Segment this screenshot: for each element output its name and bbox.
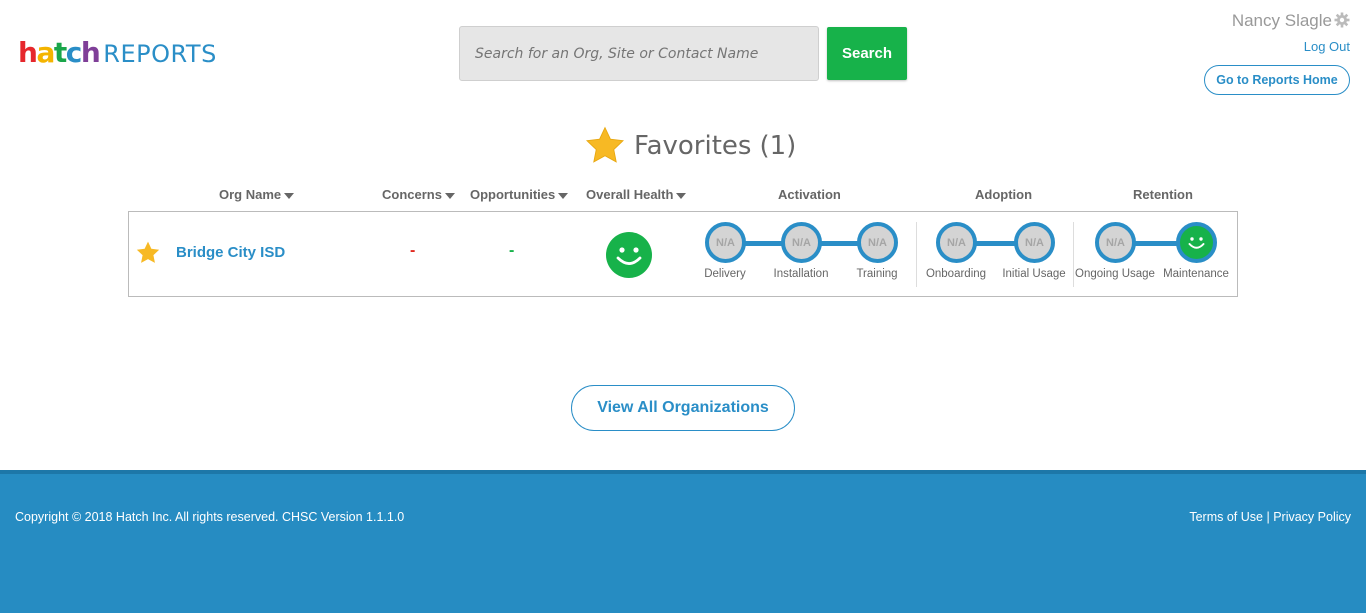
footer: Copyright © 2018 Hatch Inc. All rights r… [0,470,1366,613]
logout-link[interactable]: Log Out [1304,39,1350,54]
search-button[interactable]: Search [827,27,907,80]
org-name-link[interactable]: Bridge City ISD [176,244,285,261]
stage-ongoing-usage-status[interactable]: N/A [1095,222,1136,263]
column-header-overall-health[interactable]: Overall Health [586,187,687,202]
footer-separator: | [1266,510,1270,524]
logo-letter: t [53,36,67,69]
favorites-heading: Favorites (1) [584,125,796,167]
favorites-count: (1) [759,131,797,161]
user-name[interactable]: Nancy Slagle [1232,11,1332,31]
stage-label: Initial Usage [1002,268,1066,280]
stage-delivery-status[interactable]: N/A [705,222,746,263]
column-header-adoption: Adoption [975,187,1033,202]
favorite-star-icon [585,126,625,163]
column-header-org-name[interactable]: Org Name [219,187,295,202]
settings-gear-icon[interactable] [1334,12,1350,28]
hatch-reports-logo[interactable]: h a t c h REPORTS [18,36,217,69]
view-all-organizations-button[interactable]: View All Organizations [571,385,795,431]
stage-label: Training [856,268,898,280]
stage-label: Ongoing Usage [1075,268,1155,280]
favorite-star-icon[interactable] [135,240,161,266]
opportunities-value: - [509,242,515,259]
sort-caret-icon [558,192,569,199]
column-header-opportunities[interactable]: Opportunities [470,187,569,202]
search-input[interactable] [459,26,819,81]
concerns-value: - [410,242,416,259]
stage-label: Onboarding [925,268,987,280]
logo-letter: a [36,36,55,69]
sort-caret-icon [676,192,687,199]
column-header-activation: Activation [778,187,841,202]
favorites-title: Favorites [634,131,752,161]
go-to-reports-home-button[interactable]: Go to Reports Home [1204,65,1350,95]
logo-letter: h [80,36,101,69]
stage-training-status[interactable]: N/A [857,222,898,263]
logo-reports-text: REPORTS [103,40,217,68]
stage-maintenance-status[interactable] [1176,222,1217,263]
logo-letter: c [65,36,83,69]
sort-caret-icon [284,192,295,199]
smiley-face-icon [606,232,652,278]
stage-initial-usage-status[interactable]: N/A [1014,222,1055,263]
stage-onboarding-status[interactable]: N/A [936,222,977,263]
copyright-text: Copyright © 2018 Hatch Inc. All rights r… [15,510,405,524]
column-header-label: Concerns [382,187,442,202]
table-row: Bridge City ISD - - N/A N/A N/A N/A N/A … [128,211,1238,297]
column-header-label: Opportunities [470,187,556,202]
sort-caret-icon [444,192,455,199]
column-header-retention: Retention [1133,187,1193,202]
smiley-face-icon [1188,237,1205,249]
terms-of-use-link[interactable]: Terms of Use [1189,510,1263,524]
logo-letter: h [18,36,38,69]
column-header-label: Overall Health [586,187,674,202]
column-header-label: Org Name [219,187,282,202]
stage-installation-status[interactable]: N/A [781,222,822,263]
stage-label: Maintenance [1163,268,1229,280]
privacy-policy-link[interactable]: Privacy Policy [1273,510,1351,524]
column-header-concerns[interactable]: Concerns [382,187,455,202]
footer-links: Terms of Use | Privacy Policy [1189,510,1351,524]
